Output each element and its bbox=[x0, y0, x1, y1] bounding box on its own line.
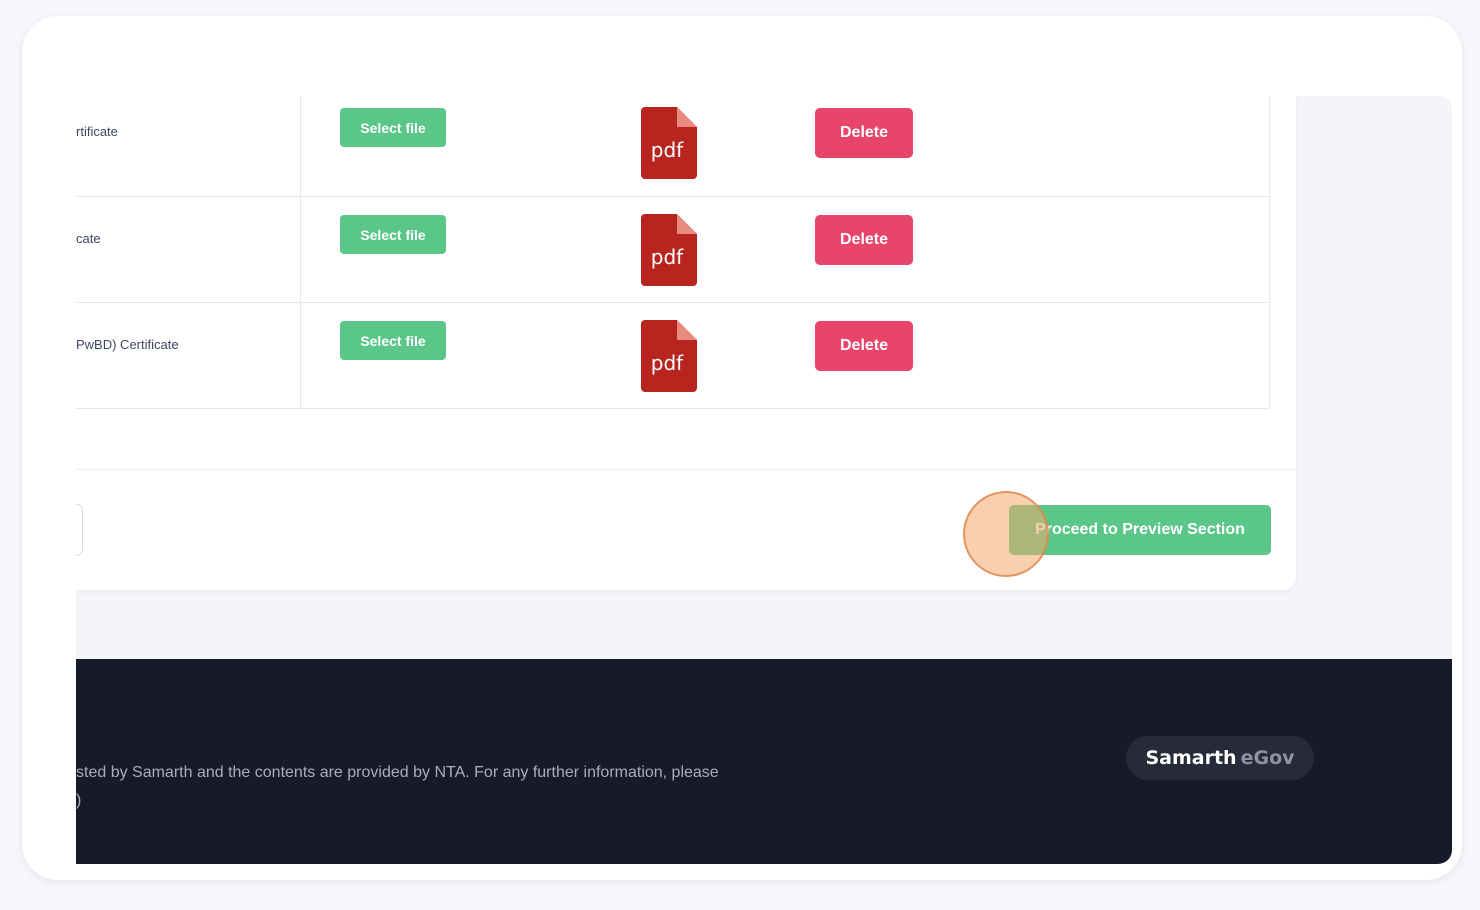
document-name: rtificate bbox=[76, 124, 118, 139]
document-name: PwBD) Certificate bbox=[76, 337, 179, 352]
delete-button[interactable]: Delete bbox=[815, 215, 913, 265]
section-divider bbox=[76, 469, 1296, 470]
delete-button[interactable]: Delete bbox=[815, 108, 913, 158]
brand-primary: Samarth bbox=[1145, 747, 1237, 769]
document-name: cate bbox=[76, 231, 101, 246]
table-row: cate Select file pdf Delete bbox=[76, 196, 1270, 303]
svg-text:pdf: pdf bbox=[651, 245, 684, 269]
pdf-file-icon[interactable]: pdf bbox=[641, 214, 697, 286]
page-viewport: rtificate Select file pdf Delete cate Se… bbox=[76, 96, 1452, 864]
table-row: rtificate Select file pdf Delete bbox=[76, 96, 1270, 197]
proceed-to-preview-button[interactable]: Proceed to Preview Section bbox=[1009, 505, 1271, 555]
delete-button[interactable]: Delete bbox=[815, 321, 913, 371]
back-button[interactable] bbox=[76, 504, 83, 556]
table-row: PwBD) Certificate Select file pdf Delete bbox=[76, 302, 1270, 409]
select-file-button[interactable]: Select file bbox=[340, 321, 446, 360]
select-file-button[interactable]: Select file bbox=[340, 108, 446, 147]
footer-text: sted by Samarth and the contents are pro… bbox=[76, 759, 796, 815]
footer: sted by Samarth and the contents are pro… bbox=[76, 659, 1452, 864]
pdf-file-icon[interactable]: pdf bbox=[641, 107, 697, 179]
document-upload-card: rtificate Select file pdf Delete cate Se… bbox=[76, 96, 1296, 590]
brand-secondary: eGov bbox=[1240, 747, 1295, 769]
screenshot-frame: rtificate Select file pdf Delete cate Se… bbox=[22, 16, 1462, 880]
svg-text:pdf: pdf bbox=[651, 351, 684, 375]
document-table: rtificate Select file pdf Delete cate Se… bbox=[76, 96, 1270, 409]
select-file-button[interactable]: Select file bbox=[340, 215, 446, 254]
footer-line: sted by Samarth and the contents are pro… bbox=[76, 764, 719, 781]
samarth-egov-logo[interactable]: Samarth eGov bbox=[1126, 736, 1314, 780]
footer-line: ) bbox=[76, 792, 82, 809]
pdf-file-icon[interactable]: pdf bbox=[641, 320, 697, 392]
svg-text:pdf: pdf bbox=[651, 138, 684, 162]
